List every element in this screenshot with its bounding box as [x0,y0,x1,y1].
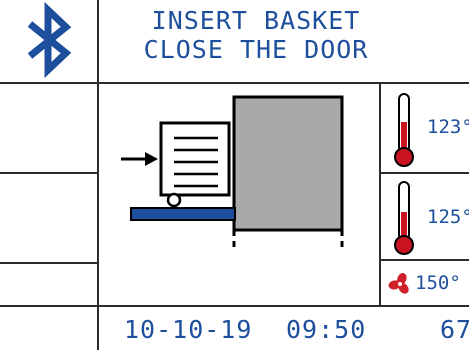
fan-temperature-value: 150° [415,272,461,294]
bluetooth-button[interactable] [0,0,98,82]
basket-wheel [166,192,182,208]
time-display: 09:50 [286,315,367,344]
conveyor-belt [130,207,236,221]
temperature-top-value: 123° [427,116,469,138]
thermometer-icon [394,181,414,255]
status-message-line2: CLOSE THE DOOR [143,35,369,64]
left-button-3[interactable] [0,264,98,305]
fan-icon [388,273,409,294]
count-display: 67 [440,315,469,344]
bluetooth-icon [27,1,72,79]
divider-footer-top [0,305,469,307]
status-message-line1: INSERT BASKET [151,6,361,35]
status-message: INSERT BASKET CLOSE THE DOOR [100,6,412,64]
fan-temperature-cell[interactable]: 150° [381,261,469,305]
temperature-cell-middle[interactable]: 125° [381,174,469,259]
basket-insert-illustration [121,95,344,252]
arrow-right-icon [121,152,158,166]
basket [159,121,231,197]
left-button-2[interactable] [0,174,98,262]
thermometer-icon [394,93,414,167]
temperature-cell-top[interactable]: 123° [381,84,469,172]
display-screen: INSERT BASKET CLOSE THE DOOR 123° 125° 1… [0,0,469,350]
date-display: 10-10-19 [124,315,253,344]
oven-chamber [232,95,344,232]
left-button-1[interactable] [0,84,98,172]
temperature-middle-value: 125° [427,206,469,228]
